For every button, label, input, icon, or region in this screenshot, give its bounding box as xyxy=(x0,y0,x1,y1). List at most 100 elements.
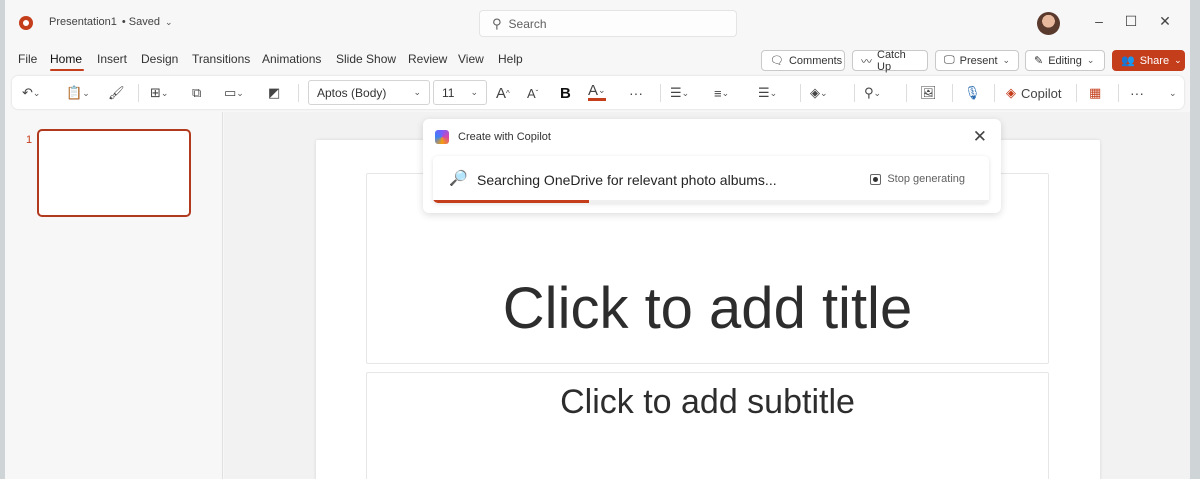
ribbon-divider xyxy=(994,84,995,102)
shrink-font-button[interactable]: Aˇ xyxy=(527,83,538,103)
copilot-icon xyxy=(435,130,449,144)
editing-label: Editing xyxy=(1048,54,1082,67)
tab-slide-show[interactable]: Slide Show xyxy=(336,52,396,66)
editing-mode-button[interactable]: ✎ Editing ⌄ xyxy=(1025,50,1105,71)
numbering-icon: ≡ xyxy=(714,85,722,101)
comments-button[interactable]: 🗨 Comments xyxy=(761,50,845,71)
tab-view[interactable]: View xyxy=(458,52,484,66)
align-button[interactable]: ☰ ⌄ xyxy=(758,83,777,103)
numbering-button[interactable]: ≡ ⌄ xyxy=(714,83,729,103)
font-name-select[interactable]: Aptos (Body) ⌄ xyxy=(308,80,430,105)
powerpoint-window: Presentation1 • Saved ⌄ ⚲ Search – ☐ ✕ F… xyxy=(5,0,1190,479)
chevron-down-icon: ⌄ xyxy=(1002,55,1011,65)
paste-button[interactable]: 📋 ⌄ xyxy=(66,83,90,103)
font-size-value: 11 xyxy=(442,85,455,100)
present-label: Present xyxy=(959,54,998,67)
more-font-options-button[interactable]: ··· xyxy=(629,83,643,103)
clipboard-icon: 📋 xyxy=(66,85,83,100)
close-icon[interactable]: ✕ xyxy=(1155,13,1175,30)
add-ins-button[interactable]: ▦ xyxy=(1089,83,1101,103)
new-slide-button[interactable]: ⊞ ⌄ xyxy=(150,83,168,103)
shapes-icon: ◈ xyxy=(810,85,820,100)
slide-thumbnail[interactable] xyxy=(37,129,191,217)
ribbon-divider xyxy=(1118,84,1119,102)
more-icon: ··· xyxy=(1130,85,1144,101)
search-placeholder: Search xyxy=(508,16,547,31)
bullets-button[interactable]: ☰ ⌄ xyxy=(670,83,689,103)
subtitle-placeholder[interactable]: Click to add subtitle xyxy=(366,372,1049,479)
document-title[interactable]: Presentation1 • Saved ⌄ xyxy=(49,16,173,28)
chevron-down-icon: ⌄ xyxy=(1086,55,1095,65)
tab-transitions[interactable]: Transitions xyxy=(192,52,250,66)
more-options-button[interactable]: ··· xyxy=(1130,83,1144,103)
tab-home[interactable]: Home xyxy=(50,52,82,66)
ribbon-divider xyxy=(906,84,907,102)
maximize-icon[interactable]: ☐ xyxy=(1121,13,1141,30)
active-tab-indicator xyxy=(50,69,84,71)
background-button[interactable]: ◩ xyxy=(268,83,280,103)
copilot-header: Create with Copilot xyxy=(458,131,551,143)
ribbon-divider xyxy=(298,84,299,102)
format-painter-button[interactable]: 🖌 xyxy=(108,83,125,103)
ribbon-divider xyxy=(800,84,801,102)
chevron-down-icon: ⌄ xyxy=(1169,87,1177,98)
tab-animations[interactable]: Animations xyxy=(262,52,321,66)
grow-font-button[interactable]: A ^ xyxy=(496,83,510,103)
dictate-button[interactable]: 🎙 xyxy=(964,83,981,103)
bullets-icon: ☰ xyxy=(670,85,682,100)
reuse-slides-button[interactable]: ⧉ xyxy=(192,83,201,103)
copilot-button[interactable]: ◈ Copilot xyxy=(1006,83,1061,103)
designer-button[interactable]: 🖼 xyxy=(920,83,937,103)
font-color-icon: A xyxy=(588,82,599,99)
bold-button[interactable]: B xyxy=(560,83,571,103)
chevron-down-icon: ⌄ xyxy=(470,87,478,97)
font-name-value: Aptos (Body) xyxy=(317,85,387,100)
tab-review[interactable]: Review xyxy=(408,52,447,66)
ribbon-divider xyxy=(952,84,953,102)
tab-help[interactable]: Help xyxy=(498,52,523,66)
title-bar: Presentation1 • Saved ⌄ ⚲ Search – ☐ ✕ xyxy=(5,0,1190,46)
minimize-icon[interactable]: – xyxy=(1089,13,1109,29)
tab-insert[interactable]: Insert xyxy=(97,52,127,66)
designer-icon: 🖼 xyxy=(920,85,937,100)
present-button[interactable]: 🖵 Present ⌄ xyxy=(935,50,1019,71)
microphone-icon: 🎙 xyxy=(964,85,981,100)
user-avatar[interactable] xyxy=(1037,12,1060,35)
stop-generating-label: Stop generating xyxy=(887,173,965,185)
ribbon-divider xyxy=(138,84,139,102)
shrink-font-icon: A xyxy=(527,85,536,101)
share-label: Share xyxy=(1139,54,1170,67)
more-icon: ··· xyxy=(629,85,643,101)
layout-button[interactable]: ▭ ⌄ xyxy=(224,83,244,103)
font-size-select[interactable]: 11 ⌄ xyxy=(433,80,487,105)
copilot-icon: ◈ xyxy=(1006,85,1016,100)
ribbon-divider xyxy=(660,84,661,102)
close-icon[interactable]: ✕ xyxy=(973,127,987,147)
comments-label: Comments xyxy=(788,54,843,67)
search-box[interactable]: ⚲ Search xyxy=(479,10,737,37)
progress-track xyxy=(433,200,989,203)
find-button[interactable]: ⚲ ⌄ xyxy=(864,83,881,103)
catch-up-label: Catch Up xyxy=(877,48,906,73)
undo-icon: ↶ xyxy=(22,85,33,100)
catch-up-button[interactable]: 〰 Catch Up xyxy=(852,48,928,73)
copilot-status-card: 🔎 Searching OneDrive for relevant photo … xyxy=(433,156,989,203)
stop-generating-button[interactable]: Stop generating xyxy=(870,173,965,185)
search-icon: ⚲ xyxy=(864,85,874,100)
comment-icon: 🗨 xyxy=(770,55,784,67)
monitor-icon: 🖵 xyxy=(944,54,955,66)
stop-icon xyxy=(870,173,882,185)
chevron-down-icon: ⌄ xyxy=(165,16,173,27)
tab-file[interactable]: File xyxy=(18,52,37,66)
copilot-label: Copilot xyxy=(1021,85,1062,101)
collapse-ribbon-button[interactable]: ⌄ xyxy=(1169,83,1177,103)
share-button[interactable]: 👥 Share ⌄ xyxy=(1112,50,1185,71)
align-left-icon: ☰ xyxy=(758,85,770,100)
undo-button[interactable]: ↶ ⌄ xyxy=(22,83,40,103)
shapes-button[interactable]: ◈ ⌄ xyxy=(810,83,828,103)
font-color-button[interactable]: A ⌄ xyxy=(588,82,606,101)
tab-design[interactable]: Design xyxy=(141,52,178,66)
document-name: Presentation1 xyxy=(49,16,117,28)
copilot-status-text: Searching OneDrive for relevant photo al… xyxy=(477,172,777,188)
bold-icon: B xyxy=(560,84,571,102)
